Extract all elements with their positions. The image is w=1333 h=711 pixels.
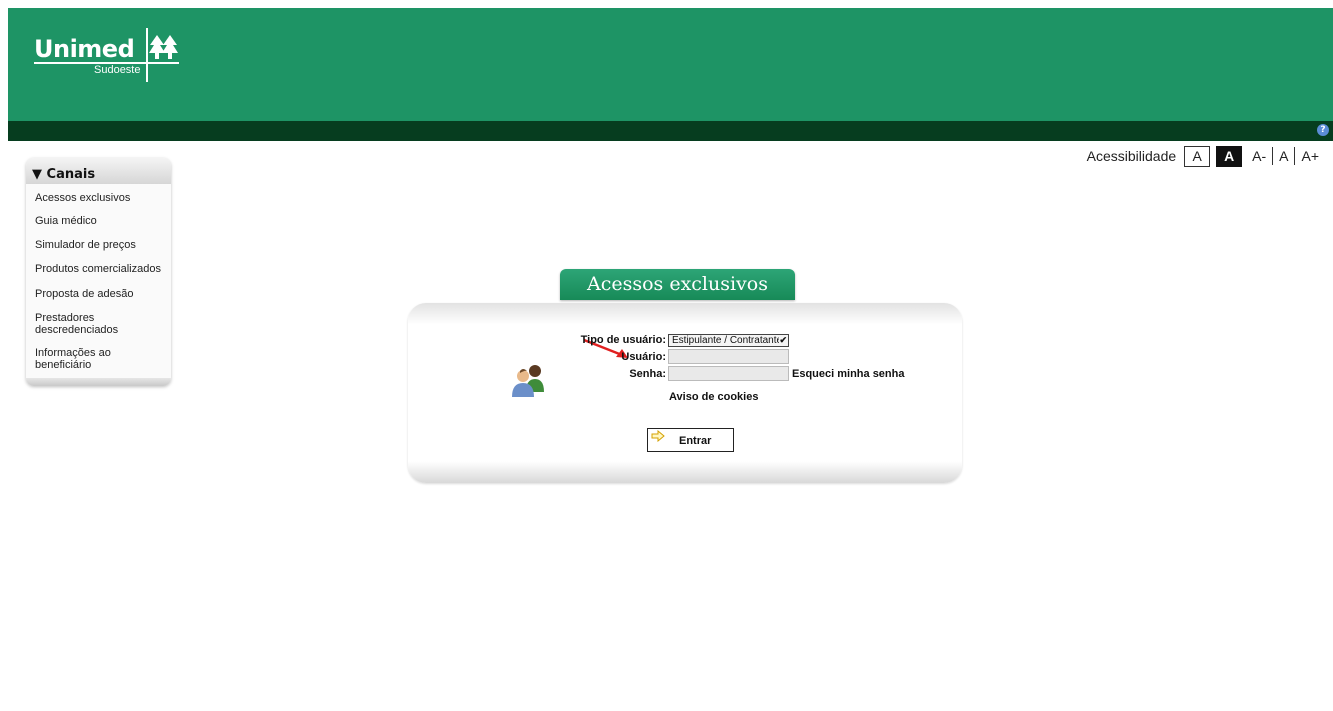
- logo-brand-name: Unimed: [34, 35, 135, 63]
- logo-subtitle: Sudoeste: [94, 64, 141, 76]
- username-label: Usuário:: [621, 351, 666, 363]
- accessibility-bar: Acessibilidade A A A- A A+: [1087, 145, 1319, 167]
- cookies-notice-link[interactable]: Aviso de cookies: [669, 391, 758, 403]
- font-increase-button[interactable]: A+: [1301, 148, 1319, 164]
- sidebar-item-proposta-adesao[interactable]: Proposta de adesão: [26, 288, 133, 300]
- sidebar-item-simulador-precos[interactable]: Simulador de preços: [26, 239, 136, 251]
- sidebar-item-acessos-exclusivos[interactable]: Acessos exclusivos: [26, 192, 130, 204]
- header-dark-bar: ?: [8, 121, 1333, 141]
- forgot-password-link[interactable]: Esqueci minha senha: [792, 368, 904, 380]
- logo-vertical-divider: [146, 28, 148, 82]
- accessibility-label: Acessibilidade: [1086, 148, 1177, 164]
- sidebar-title: Canais: [46, 167, 96, 182]
- sidebar-canais: ▼︎ Canais Acessos exclusivos Guia médico…: [26, 158, 171, 386]
- font-decrease-button[interactable]: A-: [1252, 148, 1266, 164]
- arrow-right-icon: [651, 430, 665, 442]
- collapse-icon: ▼︎: [32, 167, 42, 182]
- users-icon: [512, 365, 544, 397]
- sidebar-item-produtos-comercializados[interactable]: Produtos comercializados: [26, 263, 161, 275]
- user-type-label: Tipo de usuário:: [580, 334, 666, 346]
- contrast-normal-button[interactable]: A: [1184, 145, 1211, 167]
- sidebar-item-prestadores-descredenciados[interactable]: Prestadores descredenciados: [26, 312, 136, 336]
- separator: [1294, 147, 1296, 165]
- font-default-button[interactable]: A: [1279, 148, 1288, 164]
- tree-logo-icon: [149, 35, 178, 59]
- sidebar-header[interactable]: ▼︎ Canais: [26, 158, 171, 184]
- password-label: Senha:: [629, 368, 666, 380]
- separator: [1272, 147, 1274, 165]
- unimed-logo[interactable]: Unimed Sudoeste: [34, 28, 180, 84]
- login-title: Acessos exclusivos: [560, 269, 795, 300]
- user-type-value: Estipulante / Contratante: [672, 335, 783, 346]
- contrast-high-button[interactable]: A: [1216, 145, 1243, 167]
- sidebar-item-informacoes-beneficiario[interactable]: Informações ao beneficiário: [26, 347, 126, 371]
- chevron-down-icon: ✔︎: [779, 335, 787, 346]
- username-input[interactable]: [668, 349, 789, 364]
- enter-button-label: Entrar: [679, 435, 712, 447]
- user-type-select[interactable]: Estipulante / Contratante ✔︎: [668, 334, 789, 347]
- sidebar-item-guia-medico[interactable]: Guia médico: [26, 215, 97, 227]
- sidebar-footer: [26, 378, 171, 386]
- password-input[interactable]: [668, 366, 789, 381]
- help-icon[interactable]: ?: [1317, 124, 1329, 136]
- site-header: Unimed Sudoeste: [8, 8, 1333, 121]
- enter-button[interactable]: Entrar: [647, 428, 734, 452]
